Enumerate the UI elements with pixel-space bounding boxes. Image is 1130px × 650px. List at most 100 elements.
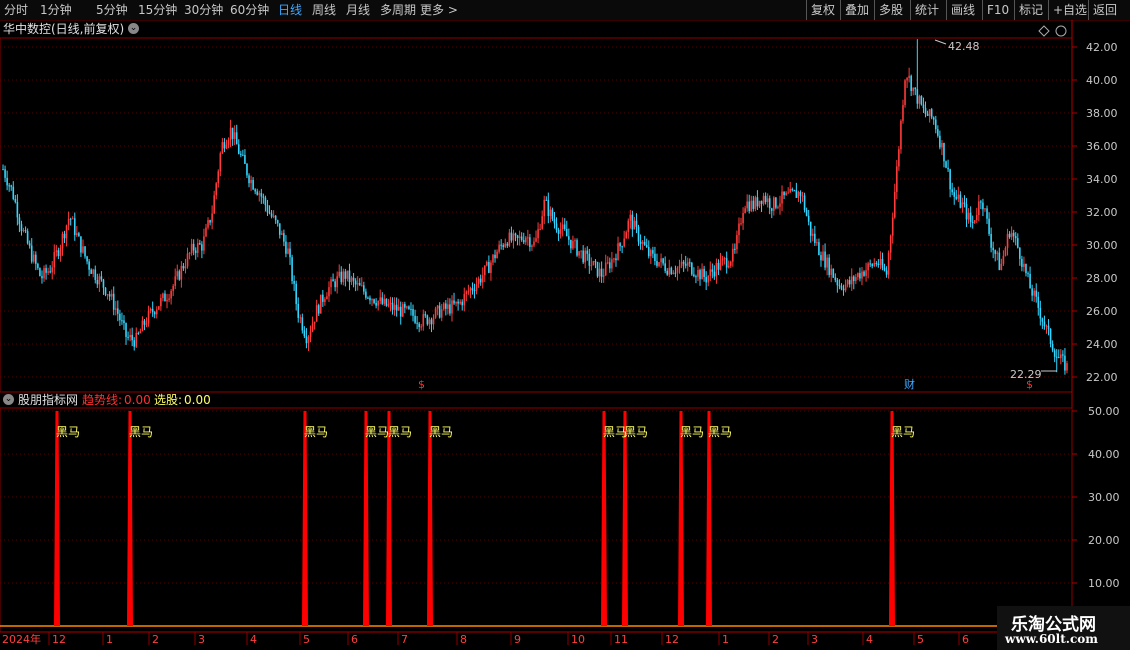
candle-body bbox=[211, 213, 213, 223]
candle-body bbox=[906, 78, 908, 81]
candle-body bbox=[285, 241, 287, 254]
signal-label: 黑马 bbox=[680, 425, 704, 439]
indicator-name[interactable]: 股朋指标网 bbox=[18, 392, 78, 408]
candle-body bbox=[795, 190, 798, 198]
candle-body bbox=[272, 215, 275, 217]
signal-bar bbox=[889, 411, 895, 626]
candle-body bbox=[278, 223, 281, 235]
candle-body bbox=[461, 301, 464, 306]
candle-body bbox=[701, 268, 703, 280]
candle-body bbox=[801, 195, 804, 197]
candle-body bbox=[896, 166, 898, 192]
candle-body bbox=[619, 243, 621, 247]
candle-body bbox=[756, 197, 759, 207]
candle-body bbox=[709, 269, 712, 276]
event-marker-dollar[interactable]: $ bbox=[418, 378, 425, 391]
candle-body bbox=[674, 272, 677, 274]
y-tick-label: 42.00 bbox=[1086, 41, 1118, 54]
chevron-down-icon[interactable]: ⌄ bbox=[3, 394, 14, 405]
candle-body bbox=[570, 239, 572, 249]
candle-body bbox=[762, 195, 765, 204]
y-tick-label: 28.00 bbox=[1086, 272, 1118, 285]
candle-body bbox=[621, 246, 623, 248]
candle-body bbox=[869, 263, 871, 265]
candle-body bbox=[473, 290, 476, 292]
candle-body bbox=[787, 192, 789, 194]
candle-body bbox=[264, 197, 267, 206]
candle-body bbox=[820, 255, 822, 261]
candle-body bbox=[1029, 273, 1031, 289]
candle-body bbox=[670, 267, 673, 274]
candle-body bbox=[721, 258, 724, 261]
event-marker-finance[interactable]: 财 bbox=[904, 377, 915, 391]
y-tick-label: 10.00 bbox=[1088, 577, 1120, 590]
candle-body bbox=[342, 271, 345, 283]
signal-bar bbox=[601, 411, 607, 626]
candle-body bbox=[240, 153, 242, 155]
trend-line-value: 0.00 bbox=[124, 393, 151, 407]
candle-body bbox=[602, 275, 605, 277]
candle-body bbox=[740, 223, 742, 225]
candle-body bbox=[237, 144, 240, 154]
candle-body bbox=[354, 280, 357, 285]
candle-body bbox=[313, 321, 316, 324]
candle-body bbox=[516, 235, 519, 239]
candle-body bbox=[834, 277, 837, 281]
candle-body bbox=[877, 263, 880, 266]
event-marker-dollar[interactable]: $ bbox=[1026, 378, 1033, 391]
candle-body bbox=[483, 265, 486, 276]
candle-body bbox=[992, 247, 994, 251]
candle-body bbox=[865, 270, 867, 276]
candle-body bbox=[1031, 288, 1033, 296]
candle-body bbox=[986, 208, 988, 219]
candle-body bbox=[459, 301, 461, 304]
candle-body bbox=[229, 127, 232, 140]
candle-body bbox=[367, 297, 369, 299]
candle-body bbox=[529, 237, 531, 247]
circle-icon[interactable] bbox=[1055, 25, 1067, 37]
candle-body bbox=[752, 200, 755, 209]
candle-body bbox=[900, 120, 902, 150]
candle-body bbox=[438, 305, 441, 318]
candle-body bbox=[319, 294, 322, 314]
candle-body bbox=[754, 197, 757, 209]
candle-body bbox=[898, 149, 900, 167]
diamond-icon[interactable] bbox=[1038, 25, 1050, 37]
candle-body bbox=[334, 281, 336, 288]
candle-body bbox=[186, 253, 189, 267]
candle-body bbox=[873, 263, 876, 267]
candle-body bbox=[110, 293, 113, 297]
candle-body bbox=[908, 75, 910, 79]
candle-body bbox=[832, 268, 835, 278]
candle-body bbox=[135, 332, 138, 347]
candle-body bbox=[369, 297, 371, 301]
candle-body bbox=[1064, 355, 1066, 371]
candle-body bbox=[289, 248, 291, 258]
x-tick-label: 5 bbox=[917, 633, 924, 646]
candle-body bbox=[889, 235, 892, 253]
candle-body bbox=[465, 291, 468, 294]
candle-body bbox=[941, 142, 943, 148]
trend-line-label: 趋势线: bbox=[82, 393, 123, 407]
candle-body bbox=[182, 265, 185, 269]
candle-body bbox=[807, 215, 810, 222]
candle-body bbox=[360, 285, 363, 287]
candle-body bbox=[125, 323, 127, 337]
candle-body bbox=[1000, 263, 1003, 270]
candle-body bbox=[395, 304, 398, 311]
y-tick-label: 32.00 bbox=[1086, 206, 1118, 219]
candle-body bbox=[203, 236, 205, 251]
candle-body bbox=[486, 261, 488, 266]
watermark-logo: 乐淘公式网 www.60lt.com bbox=[997, 606, 1130, 650]
x-tick-label: 12 bbox=[665, 633, 679, 646]
candle-body bbox=[1041, 318, 1044, 322]
main-grid bbox=[0, 46, 1072, 378]
candle-body bbox=[664, 263, 666, 271]
x-tick-label: 5 bbox=[303, 633, 310, 646]
signal-bar bbox=[127, 411, 133, 626]
candle-body bbox=[1060, 354, 1062, 359]
candle-body bbox=[785, 192, 787, 196]
candle-body bbox=[190, 243, 193, 254]
candle-body bbox=[818, 242, 820, 256]
signal-label: 黑马 bbox=[708, 425, 732, 439]
